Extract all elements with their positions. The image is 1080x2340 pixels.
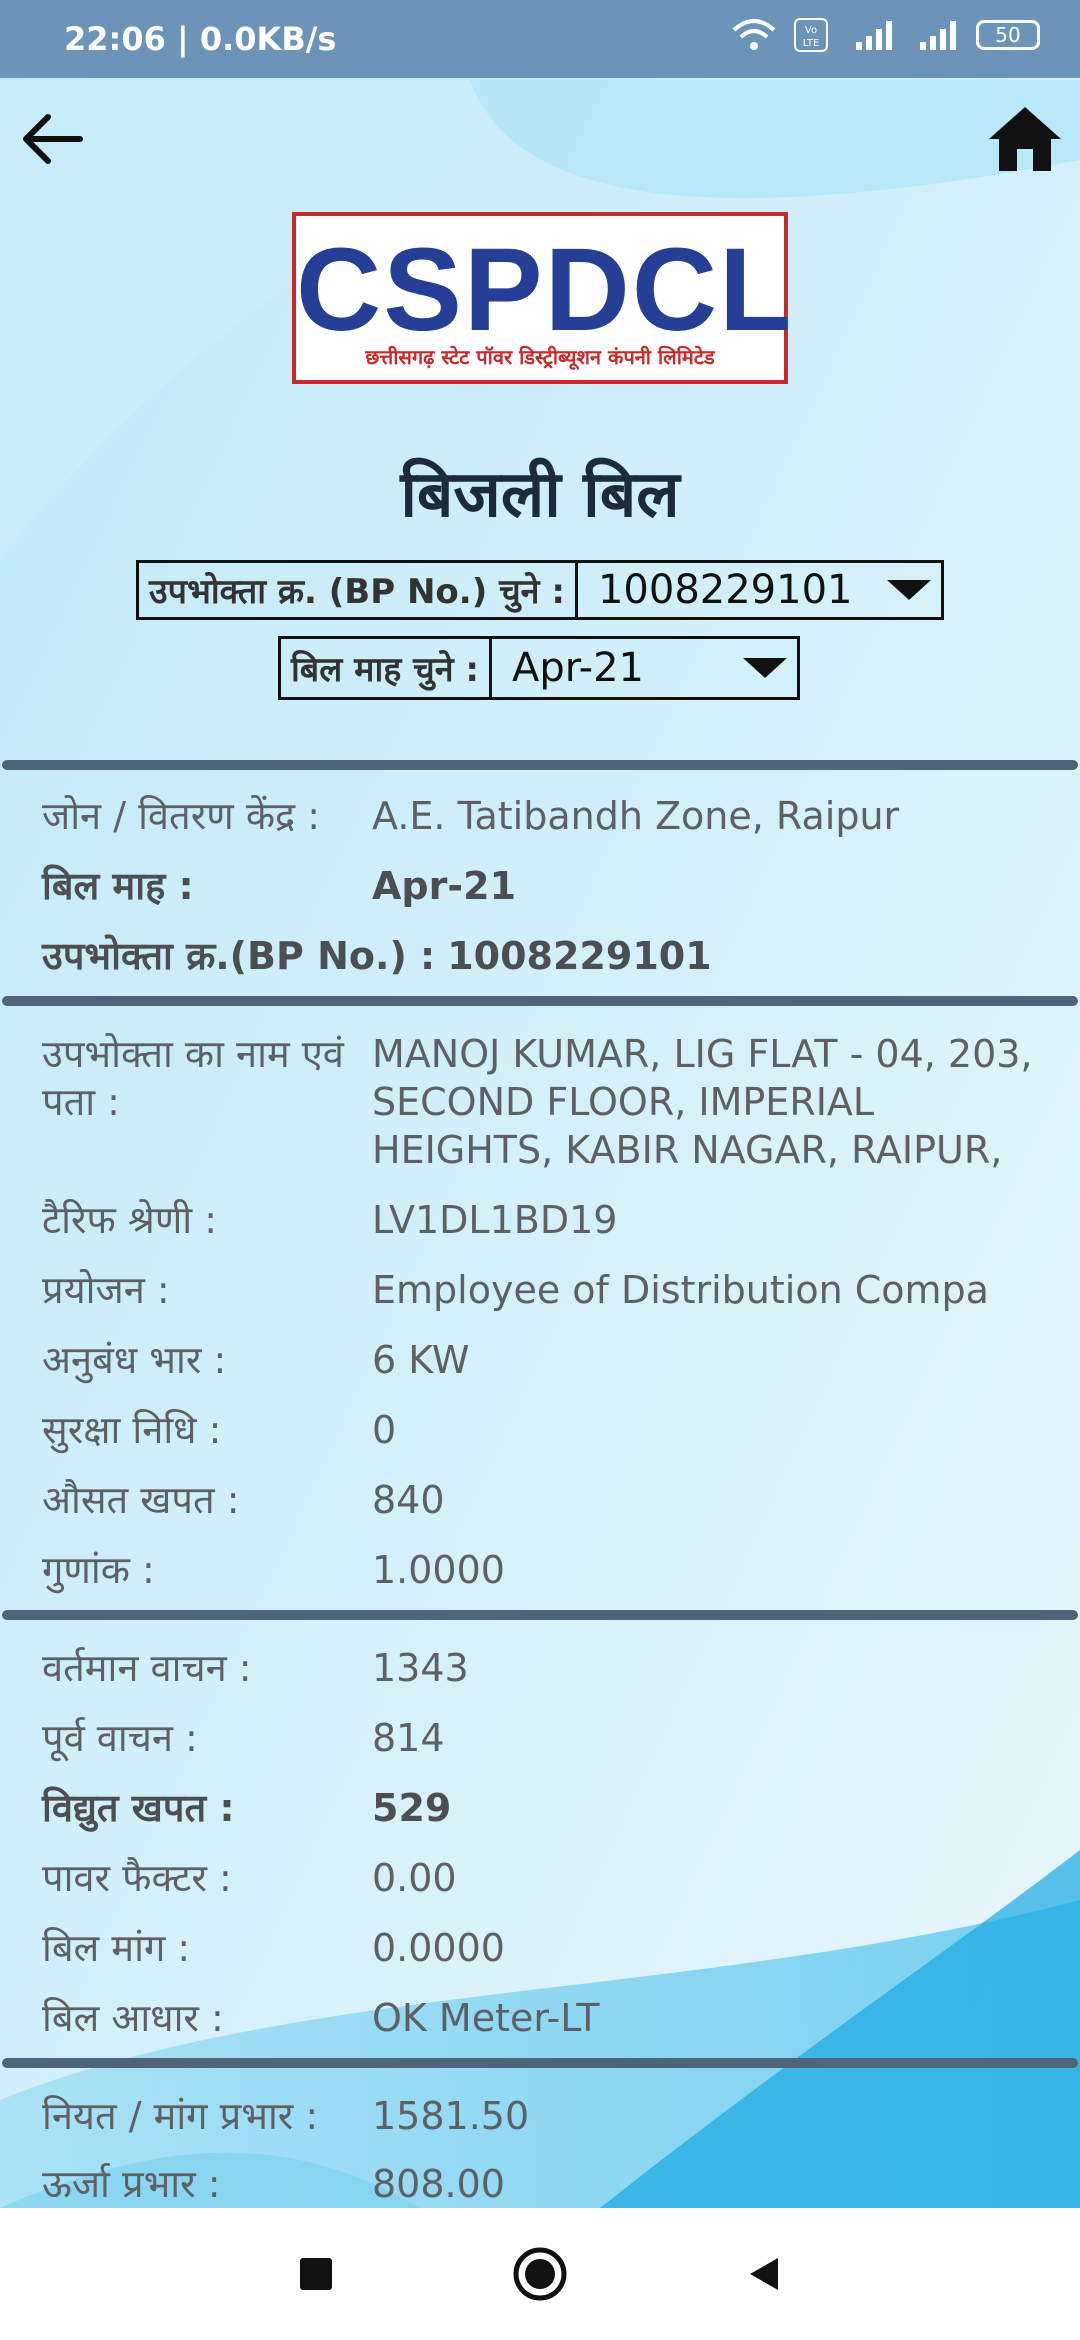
detail-row-bp-number: उपभोक्ता क्र.(BP No.) : 1008229101 [42, 932, 1052, 980]
circle-icon [513, 2247, 567, 2301]
row-label: जोन / वितरण केंद्र : [42, 794, 321, 838]
row-value: 1581.50 [372, 2094, 530, 2138]
detail-row-multiplier: गुणांक : 1.0000 [42, 1546, 1052, 1594]
bp-selector-value[interactable]: 1008229101 [578, 563, 941, 617]
detail-row-previous-reading: पूर्व वाचन : 814 [42, 1714, 1052, 1762]
row-value: 814 [372, 1716, 445, 1760]
row-label: गुणांक : [42, 1548, 155, 1592]
triangle-back-icon [750, 2258, 778, 2290]
row-value: 0.0000 [372, 1926, 505, 1970]
row-value: 6 KW [372, 1338, 470, 1382]
row-label: बिल मांग : [42, 1926, 191, 1970]
back-nav-button[interactable] [734, 2244, 794, 2304]
back-button[interactable] [6, 94, 96, 184]
row-label: प्रयोजन : [42, 1268, 170, 1312]
row-value: 529 [372, 1786, 452, 1830]
dropdown-arrow-icon [887, 580, 931, 600]
row-value: A.E. Tatibandh Zone, Raipur [372, 794, 900, 838]
svg-text:LTE: LTE [803, 38, 820, 49]
row-value: LV1DL1BD19 [372, 1198, 618, 1242]
month-selector-label: बिल माह चुने : [281, 639, 493, 697]
detail-row-bill-basis: बिल आधार : OK Meter-LT [42, 1994, 1052, 2042]
cspdcl-logo: CSPDCL छत्तीसगढ़ स्टेट पॉवर डिस्ट्रीब्यू… [292, 212, 794, 384]
volte-icon: Vo LTE [794, 18, 828, 52]
row-value: 1343 [372, 1646, 469, 1690]
row-value: 1008229101 [447, 934, 712, 978]
bill-screen: CSPDCL छत्तीसगढ़ स्टेट पॉवर डिस्ट्रीब्यू… [0, 78, 1080, 2208]
bp-number-selector[interactable]: उपभोक्ता क्र. (BP No.) चुने : 1008229101 [136, 560, 944, 620]
row-label: नियत / मांग प्रभार : [42, 2094, 319, 2138]
logo-text: CSPDCL [296, 224, 794, 356]
row-value: 808.00 [372, 2162, 505, 2206]
row-label: वर्तमान वाचन : [42, 1646, 252, 1690]
row-label: विद्युत खपत : [42, 1786, 235, 1830]
battery-icon: 50 [976, 20, 1040, 50]
dropdown-arrow-icon [743, 658, 787, 678]
row-value: Apr-21 [372, 864, 517, 908]
row-label: टैरिफ श्रेणी : [42, 1198, 218, 1242]
row-label: उपभोक्ता क्र.(BP No.) : [42, 934, 436, 978]
detail-row-security-deposit: सुरक्षा निधि : 0 [42, 1406, 1052, 1454]
row-label: ऊर्जा प्रभार : [42, 2162, 221, 2206]
detail-row-purpose: प्रयोजन : Employee of Distribution Compa [42, 1266, 1052, 1314]
signal-icon [920, 21, 956, 50]
row-label: बिल आधार : [42, 1996, 224, 2040]
row-value: Employee of Distribution Compa [372, 1268, 989, 1312]
recents-button[interactable] [286, 2244, 346, 2304]
bp-selector-label: उपभोक्ता क्र. (BP No.) चुने : [139, 563, 578, 617]
row-label: अनुबंध भार : [42, 1338, 227, 1382]
month-selected-value: Apr-21 [512, 645, 645, 691]
row-label: पावर फैक्टर : [42, 1856, 232, 1900]
home-nav-button[interactable] [510, 2244, 570, 2304]
svg-text:Vo: Vo [805, 25, 817, 36]
row-value: 1.0000 [372, 1548, 505, 1592]
row-value: MANOJ KUMAR, LIG FLAT - 04, 203, SECOND … [372, 1032, 1033, 1172]
row-label: बिल माह : [42, 864, 194, 908]
bp-selected-value: 1008229101 [597, 567, 853, 613]
row-value: 840 [372, 1478, 445, 1522]
bill-month-selector[interactable]: बिल माह चुने : Apr-21 [278, 636, 800, 700]
row-value: 0.00 [372, 1856, 457, 1900]
system-nav-bar [0, 2208, 1080, 2340]
detail-row-energy-charge: ऊर्जा प्रभार : 808.00 [42, 2160, 1052, 2208]
row-label: सुरक्षा निधि : [42, 1408, 222, 1452]
row-value: OK Meter-LT [372, 1996, 600, 2040]
status-bar: 22:06 | 0.0KB/s Vo LTE 50 [0, 0, 1080, 78]
section-divider [2, 760, 1078, 770]
logo-tagline: छत्तीसगढ़ स्टेट पॉवर डिस्ट्रीब्यूशन कंपन… [365, 345, 715, 369]
section-divider [2, 996, 1078, 1006]
square-icon [300, 2258, 332, 2290]
home-button[interactable] [980, 94, 1070, 184]
detail-row-power-factor: पावर फैक्टर : 0.00 [42, 1854, 1052, 1902]
row-value: 0 [372, 1408, 397, 1452]
row-label: औसत खपत : [42, 1478, 240, 1522]
row-label: उपभोक्ता का नाम एवं पता : [42, 1032, 344, 1124]
home-icon [989, 107, 1061, 171]
detail-row-consumption: विद्युत खपत : 529 [42, 1784, 1052, 1832]
detail-row-current-reading: वर्तमान वाचन : 1343 [42, 1644, 1052, 1692]
status-icons: Vo LTE 50 [732, 18, 1040, 52]
wifi-icon [732, 19, 776, 50]
detail-row-fixed-charge: नियत / मांग प्रभार : 1581.50 [42, 2092, 1052, 2140]
status-time: 22:06 | 0.0KB/s [64, 20, 337, 58]
detail-row-zone: जोन / वितरण केंद्र : A.E. Tatibandh Zone… [42, 792, 1052, 840]
row-label: पूर्व वाचन : [42, 1716, 198, 1760]
detail-row-average-consumption: औसत खपत : 840 [42, 1476, 1052, 1524]
arrow-left-icon [23, 114, 83, 164]
month-selector-value[interactable]: Apr-21 [492, 639, 797, 697]
detail-row-tariff: टैरिफ श्रेणी : LV1DL1BD19 [42, 1196, 1052, 1244]
page-title: बिजली बिल [400, 458, 680, 532]
signal-4g-icon [856, 21, 892, 50]
section-divider [2, 2058, 1078, 2068]
detail-row-name-address: उपभोक्ता का नाम एवं पता : MANOJ KUMAR, L… [42, 1030, 1052, 1174]
section-divider [2, 1610, 1078, 1620]
detail-row-contract-load: अनुबंध भार : 6 KW [42, 1336, 1052, 1384]
detail-row-bill-demand: बिल मांग : 0.0000 [42, 1924, 1052, 1972]
detail-row-bill-month: बिल माह : Apr-21 [42, 862, 1052, 910]
